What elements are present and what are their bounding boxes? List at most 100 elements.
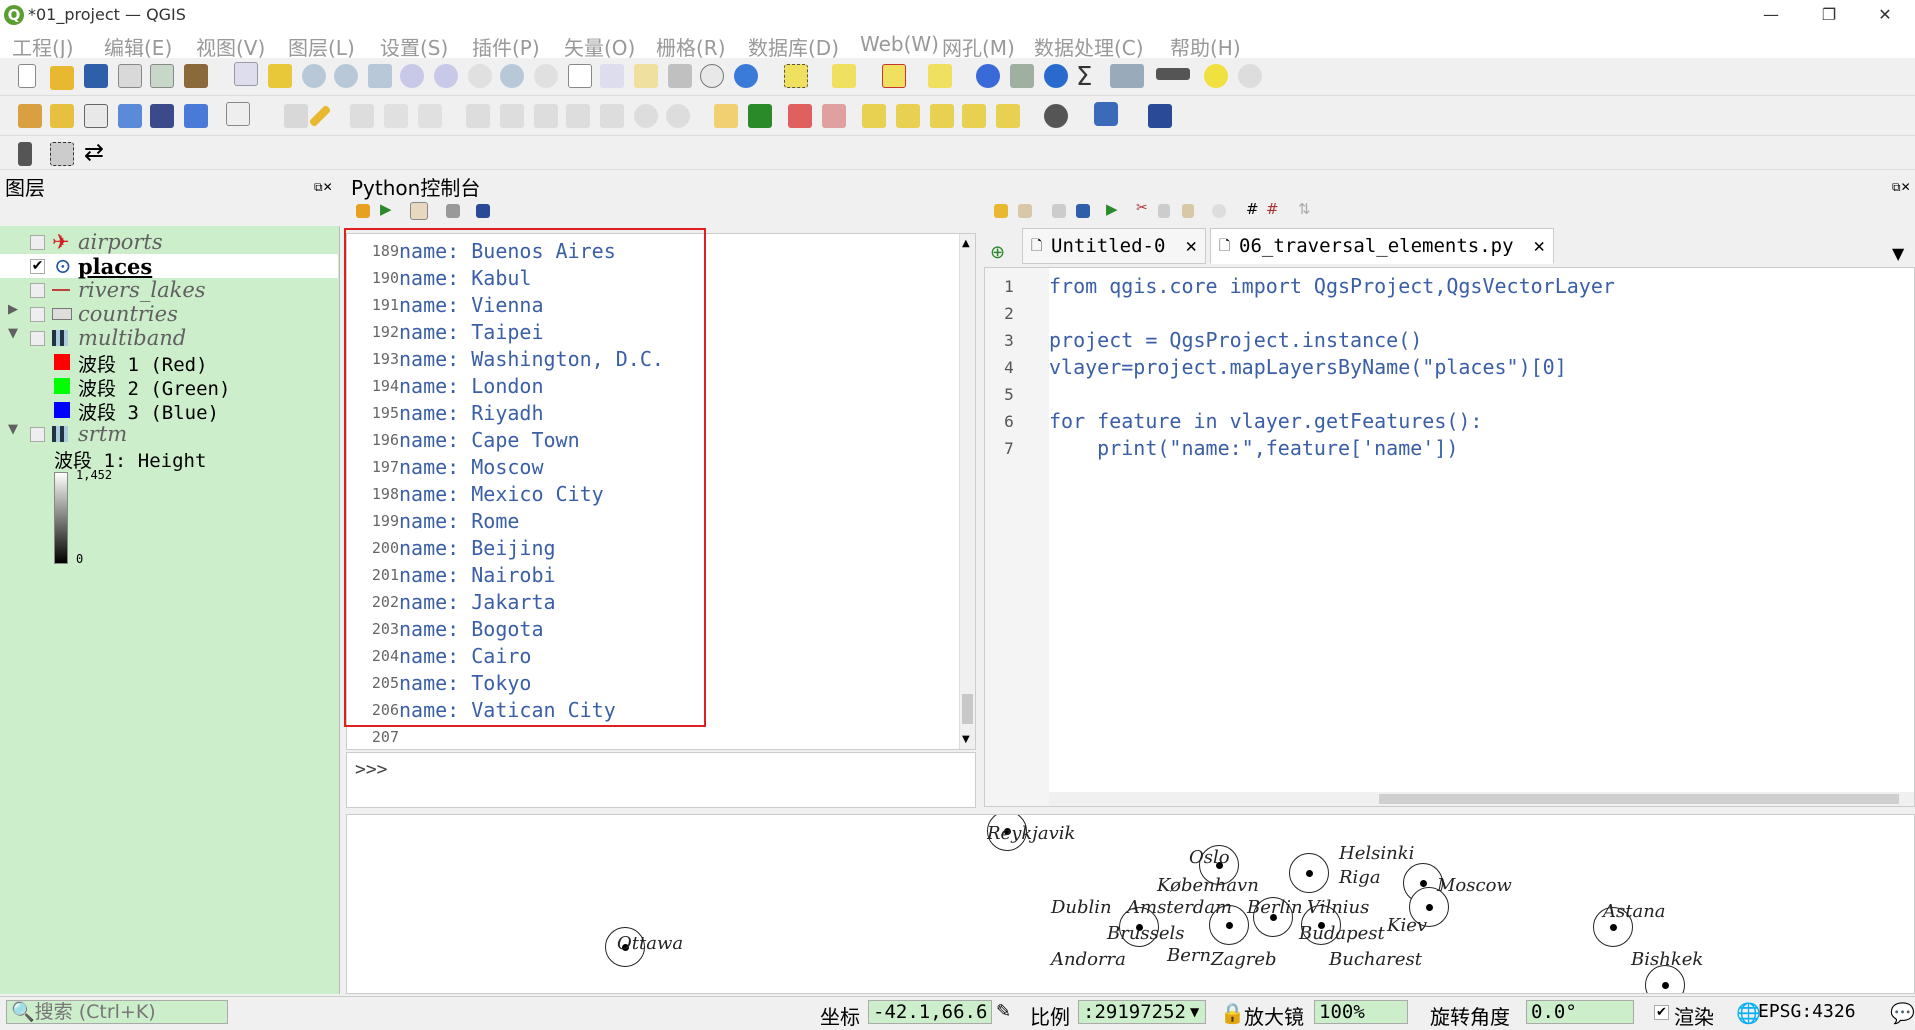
cut-features-icon[interactable] [534,104,558,128]
pin-labels-icon[interactable] [822,104,846,128]
scroll-thumb[interactable] [962,694,973,724]
toggle-editing-icon[interactable] [308,104,332,128]
tab-close-icon[interactable]: ✕ [1534,229,1545,263]
options-icon[interactable] [446,204,460,218]
console-scrollbar[interactable]: ▲ ▼ [959,234,975,749]
tab-traversal-script[interactable]: 🗋 06_traversal_elements.py ✕ [1210,228,1554,264]
new-3d-view-icon[interactable] [600,64,624,88]
python-console-icon[interactable] [1094,102,1118,126]
extents-toggle-icon[interactable]: ✎ [996,1001,1011,1022]
redo-icon[interactable] [666,104,690,128]
menu-mesh[interactable]: 网孔(M) [942,32,1015,61]
save-as-script-icon[interactable] [1076,204,1090,218]
expand-arrow-icon[interactable]: ▶ [8,302,18,317]
zoom-in-icon[interactable] [302,64,326,88]
crs-button[interactable]: EPSG:4326 [1758,1001,1856,1022]
identify-icon[interactable] [976,64,1000,88]
add-raster-layer-icon[interactable] [118,104,142,128]
open-project-icon[interactable] [50,66,74,90]
magnifier-field[interactable]: 100% [1314,1000,1408,1024]
new-bookmark-icon[interactable] [634,64,658,88]
new-map-view-icon[interactable] [568,64,592,88]
collapse-arrow-icon[interactable]: ▼ [8,326,18,341]
zoom-out-icon[interactable] [334,64,358,88]
rotate-label-icon[interactable] [930,104,954,128]
layer-checkbox[interactable] [30,235,45,250]
help-icon[interactable] [1148,104,1172,128]
save-as-icon[interactable] [118,64,142,88]
modify-attributes-icon[interactable] [466,104,490,128]
pan-icon[interactable] [234,62,258,86]
locator-icon[interactable] [1238,64,1262,88]
add-mesh-icon[interactable] [184,104,208,128]
object-inspector-icon[interactable]: ⇅ [1298,200,1311,218]
menu-layer[interactable]: 图层(L) [288,32,355,61]
scroll-up-icon[interactable]: ▲ [962,238,970,249]
console-close-icon[interactable]: ⧉✕ [1892,180,1911,195]
open-external-icon[interactable] [1018,204,1032,218]
clear-console-icon[interactable] [356,204,370,218]
layer-places[interactable]: ✔ ⊙ places [0,254,338,279]
add-feature-icon[interactable] [384,104,408,128]
add-wms-icon[interactable] [150,104,174,128]
lock-scale-icon[interactable]: 🔒 [1220,1001,1245,1025]
layer-checkbox[interactable] [30,331,45,346]
map-tips-icon[interactable] [1204,64,1228,88]
undo-icon[interactable] [634,104,658,128]
delete-selected-icon[interactable] [500,104,524,128]
save-edits-icon[interactable] [350,104,374,128]
diagram-options-icon[interactable] [748,104,772,128]
code-editor[interactable]: 1 from qgis.core import QgsProject,QgsVec… [984,267,1915,807]
zoom-full-icon[interactable] [368,64,392,88]
temporal-controller-icon[interactable] [700,64,724,88]
menu-project[interactable]: 工程(J) [12,32,74,61]
minimize-button[interactable]: — [1748,2,1794,28]
collapse-arrow-icon[interactable]: ▼ [8,422,18,437]
menu-help[interactable]: 帮助(H) [1170,32,1241,61]
deselect-icon[interactable] [882,64,906,88]
zoom-last-icon[interactable] [500,64,524,88]
copy-features-icon[interactable] [566,104,590,128]
rotation-field[interactable]: 0.0° [1526,1000,1634,1024]
scale-dropdown-icon[interactable]: ▼ [1190,1005,1199,1019]
menu-view[interactable]: 视图(V) [196,32,265,61]
change-label-icon[interactable] [962,104,986,128]
processing-toolbox-icon[interactable] [1044,64,1068,88]
select-features-icon[interactable] [784,64,808,88]
add-delimited-text-icon[interactable] [226,102,250,126]
find-icon[interactable] [1212,204,1226,218]
show-hide-labels-icon[interactable] [862,104,886,128]
layer-checkbox-checked[interactable]: ✔ [30,259,45,274]
show-bookmarks-icon[interactable] [668,64,692,88]
add-vector-layer-icon[interactable] [84,104,108,128]
label-toolbar-icon[interactable] [714,104,738,128]
label-properties-icon[interactable] [996,104,1020,128]
panel-close-icon[interactable]: ⧉✕ [314,180,333,195]
zoom-native-icon[interactable] [468,64,492,88]
data-source-manager-icon[interactable] [18,104,42,128]
menu-edit[interactable]: 编辑(E) [104,32,172,61]
new-project-icon[interactable] [18,64,36,88]
select-tool-icon[interactable] [50,142,74,166]
new-editor-tab-icon[interactable]: ⊕ [990,242,1005,263]
coordinate-field[interactable]: -42.1,66.6 [868,1000,992,1024]
vertex-tool-icon[interactable] [418,104,442,128]
plugin-tool-icon[interactable] [18,142,32,166]
console-input[interactable]: >>> [346,752,976,808]
layer-checkbox[interactable] [30,283,45,298]
tab-list-icon[interactable]: ▼ [1892,244,1904,263]
paste-icon[interactable] [1182,204,1194,218]
close-button[interactable]: ✕ [1862,2,1908,28]
zoom-to-layer-icon[interactable] [434,64,458,88]
uncomment-icon[interactable]: # [1266,200,1279,218]
run-command-icon[interactable]: ▶ [380,200,392,218]
zoom-next-icon[interactable] [534,64,558,88]
console-help-icon[interactable] [476,204,490,218]
editor-hscrollbar[interactable] [1049,792,1914,806]
statistics-icon[interactable]: Σ [1076,62,1092,92]
layer-checkbox[interactable] [30,307,45,322]
comment-icon[interactable]: # [1246,200,1259,218]
menu-database[interactable]: 数据库(D) [748,32,839,61]
menu-settings[interactable]: 设置(S) [380,32,448,61]
plugin-globe-icon[interactable] [1044,104,1068,128]
